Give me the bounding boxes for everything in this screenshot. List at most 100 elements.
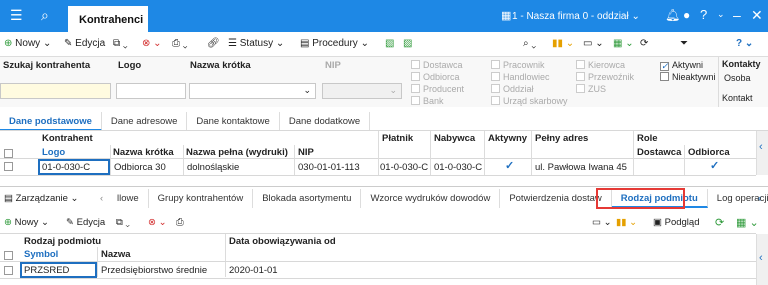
- column-supplier[interactable]: Dostawca: [637, 147, 681, 158]
- column-address[interactable]: Pełny adres: [535, 133, 588, 144]
- column-payer[interactable]: Płatnik: [382, 133, 413, 144]
- main-tabs: Dane podstawowe Dane adresowe Dane konta…: [0, 112, 371, 131]
- user-icon[interactable]: ●: [683, 8, 690, 22]
- column-logo[interactable]: Logo: [42, 147, 65, 158]
- lower-row-checkbox[interactable]: [4, 266, 13, 275]
- manage-icon: ▤: [4, 193, 13, 204]
- role-checkbox[interactable]: Dostawca: [411, 60, 463, 70]
- preview-button[interactable]: ▣ Podgląd: [653, 217, 700, 228]
- tab-print-templates[interactable]: Wzorce wydruków dowodów: [361, 189, 501, 208]
- procedures-button[interactable]: ▤ Procedury ⌄: [300, 38, 369, 49]
- lower-delete-button[interactable]: ⊗ ⌄: [148, 217, 167, 228]
- attach-icon[interactable]: 🔗︎: [207, 38, 220, 49]
- side-tab-contacts[interactable]: Kontakty: [722, 59, 761, 69]
- divider: [378, 131, 379, 175]
- role-checkbox[interactable]: Oddział: [491, 84, 534, 94]
- column-name[interactable]: Nazwa: [101, 249, 131, 260]
- tab-assortment-block[interactable]: Blokada asortymentu: [253, 189, 362, 208]
- tab-address-data[interactable]: Dane adresowe: [102, 112, 188, 131]
- minimize-icon[interactable]: –: [733, 7, 741, 23]
- short-name-select[interactable]: ⌄: [189, 83, 316, 99]
- tab-additional-data[interactable]: Dane dodatkowe: [280, 112, 371, 131]
- logo-input[interactable]: [116, 83, 186, 99]
- tab-contact-data[interactable]: Dane kontaktowe: [187, 112, 280, 131]
- lower-new-button[interactable]: ⊕ Nowy ⌄: [4, 217, 49, 228]
- statuses-button[interactable]: ☰ Statusy ⌄: [228, 38, 284, 49]
- lower-scrollbar[interactable]: ‹: [756, 234, 768, 285]
- lower-select-all-checkbox[interactable]: [4, 251, 13, 260]
- close-icon[interactable]: ✕: [751, 7, 763, 24]
- column-active[interactable]: Aktywny: [488, 133, 527, 144]
- tabs-left-icon[interactable]: ‹: [100, 193, 103, 204]
- search-input[interactable]: [0, 83, 111, 99]
- group-header-entity-type: Rodzaj podmiotu: [24, 236, 102, 247]
- lower-refresh-icon[interactable]: ⟳: [715, 216, 724, 229]
- help-button[interactable]: ? ⌄: [736, 38, 753, 49]
- tabs-right-icon[interactable]: ‹: [758, 193, 761, 204]
- role-checkbox[interactable]: Przewoźnik: [576, 72, 634, 82]
- excel-icon[interactable]: ▦ ⌄: [613, 38, 634, 49]
- delete-button[interactable]: ⊗ ⌄: [142, 38, 162, 49]
- role-checkbox[interactable]: Pracownik: [491, 60, 545, 70]
- lower-view-icon[interactable]: ▭ ⌄: [592, 217, 612, 228]
- lower-excel-icon[interactable]: ▦ ⌄: [736, 216, 759, 229]
- tab-basic-data[interactable]: Dane podstawowe: [0, 112, 102, 131]
- short-name-label: Nazwa krótka: [190, 60, 251, 71]
- edit-button[interactable]: ✎ Edycja: [64, 38, 105, 49]
- divider: [484, 131, 485, 175]
- active-check-icon: ✓: [505, 160, 515, 172]
- tab-llowe[interactable]: llowe: [108, 189, 149, 208]
- lower-edit-button[interactable]: ✎ Edycja: [66, 217, 105, 228]
- chart-icon[interactable]: ▮▮ ⌄: [552, 38, 574, 49]
- search-icon[interactable]: ⌕: [41, 7, 49, 24]
- symbol-cell-selected[interactable]: PRZSRED: [20, 262, 97, 278]
- help-icon[interactable]: ?: [700, 7, 707, 22]
- active-checkbox[interactable]: ✓ Aktywni: [660, 60, 703, 71]
- column-recipient[interactable]: Odbiorca: [688, 147, 730, 158]
- column-short-name[interactable]: Nazwa krótka: [113, 147, 174, 158]
- manage-button[interactable]: ▤ Zarządzanie ⌄: [4, 193, 79, 204]
- column-buyer[interactable]: Nabywca: [434, 133, 475, 144]
- divider: [0, 261, 756, 262]
- role-checkbox[interactable]: Producent: [411, 84, 464, 94]
- view-icon[interactable]: ▭ ⌄: [583, 38, 604, 49]
- grid-icon[interactable]: ▦: [501, 9, 511, 22]
- nip-input[interactable]: ⌄: [322, 83, 402, 99]
- logo-cell-selected[interactable]: 01-0-030-C: [38, 159, 110, 175]
- company-selector[interactable]: 1 - Nasza firma 0 - oddział ⌄: [512, 11, 640, 22]
- tab-groups[interactable]: Grupy kontrahentów: [149, 189, 254, 208]
- new-button[interactable]: ⊕ Nowy ⌄: [4, 38, 51, 49]
- role-checkbox[interactable]: Kierowca: [576, 60, 625, 70]
- copy-button[interactable]: ⧉ ⌄: [113, 38, 128, 49]
- inactive-checkbox[interactable]: Nieaktywni: [660, 72, 716, 82]
- print-button[interactable]: ⎙ ⌄: [172, 38, 188, 49]
- role-checkbox[interactable]: Urząd skarbowy: [491, 96, 568, 106]
- menu-icon[interactable]: ☰: [10, 7, 23, 24]
- column-nip[interactable]: NIP: [298, 147, 314, 158]
- filter-panel: [0, 57, 768, 107]
- column-date-from[interactable]: Data obowiązywania od: [229, 236, 336, 247]
- scrollbar[interactable]: ‹: [756, 131, 768, 175]
- lower-print-icon[interactable]: ⎙: [176, 217, 184, 228]
- row-checkbox[interactable]: [4, 162, 13, 171]
- column-full-name[interactable]: Nazwa pełna (wydruki): [186, 147, 288, 158]
- refresh-icon[interactable]: ⟳: [640, 38, 648, 49]
- tab-kontrahenci[interactable]: Kontrahenci: [68, 6, 148, 32]
- chevron-down-icon[interactable]: ⌄: [717, 9, 725, 20]
- document-icon: ▤: [300, 38, 310, 49]
- role-checkbox[interactable]: ZUS: [576, 84, 606, 94]
- filter-icon[interactable]: ⏷: [680, 38, 688, 49]
- side-tab-contact[interactable]: Kontakt: [722, 93, 753, 103]
- select-all-checkbox[interactable]: [4, 149, 13, 158]
- role-checkbox[interactable]: Handlowiec: [491, 72, 550, 82]
- lower-chart-icon[interactable]: ▮▮ ⌄: [616, 217, 637, 228]
- side-tab-person[interactable]: Osoba: [724, 73, 751, 83]
- bell-icon[interactable]: 🔔︎: [665, 8, 680, 22]
- lower-copy-button[interactable]: ⧉ ⌄: [116, 217, 130, 228]
- column-symbol[interactable]: Symbol: [24, 249, 58, 260]
- role-checkbox[interactable]: Odbiorca: [411, 72, 460, 82]
- export-icon[interactable]: ▧: [385, 38, 394, 49]
- search-button[interactable]: ⌕ ⌄: [523, 38, 536, 49]
- import-icon[interactable]: ▨: [403, 38, 412, 49]
- role-checkbox[interactable]: Bank: [411, 96, 444, 106]
